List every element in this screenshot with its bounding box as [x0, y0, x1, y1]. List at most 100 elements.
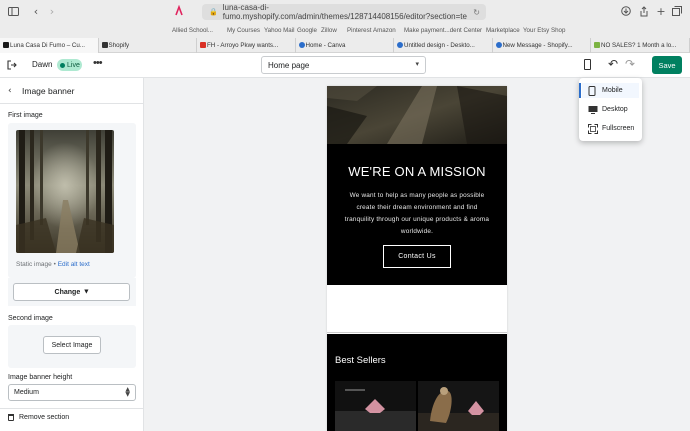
- banner-image[interactable]: [327, 86, 507, 144]
- url-text: luna-casa-di-fumo.myshopify.com/admin/th…: [222, 3, 467, 21]
- reload-icon[interactable]: ↻: [473, 8, 480, 17]
- screen: ‹ › 🔒 luna-casa-di-fumo.myshopify.com/ad…: [0, 0, 690, 431]
- select-image-button[interactable]: Select Image: [43, 336, 101, 354]
- device-option-label: Mobile: [602, 87, 623, 94]
- section-settings-sidebar: ‹ Image banner First image Static image …: [0, 78, 144, 431]
- sidebar-toggle-icon[interactable]: [7, 5, 19, 17]
- banner-height-label: Image banner height: [8, 374, 73, 381]
- back-arrow-icon[interactable]: ‹: [8, 86, 12, 96]
- tab-overview-icon[interactable]: [671, 5, 683, 17]
- share-icon[interactable]: [638, 5, 650, 17]
- exit-icon[interactable]: [7, 60, 17, 70]
- change-button-label: Change: [54, 288, 81, 296]
- remove-section-button[interactable]: Remove section: [8, 414, 69, 421]
- device-option-mobile[interactable]: Mobile: [582, 83, 639, 98]
- best-sellers-heading: Best Sellers: [335, 355, 386, 366]
- browser-tab[interactable]: FH - Arroyo Pkwy wants...: [197, 38, 296, 53]
- page-select-value: Home page: [268, 60, 310, 70]
- bookmark-item[interactable]: Yahoo Mail: [264, 27, 295, 34]
- mission-section: WE'RE ON A MISSION We want to help as ma…: [327, 144, 507, 285]
- first-image-label: First image: [8, 112, 43, 119]
- bookmark-item[interactable]: Your Etsy Shop: [523, 27, 565, 34]
- bookmark-item[interactable]: Google: [297, 27, 317, 34]
- redo-icon[interactable]: ↷: [625, 57, 635, 71]
- static-image-text: Static image: [16, 261, 52, 268]
- device-preview-button[interactable]: [579, 56, 597, 74]
- browser-tab[interactable]: Untitled design - Deskto...: [394, 38, 493, 53]
- blank-section: [327, 285, 507, 333]
- contact-us-button[interactable]: Contact Us: [383, 245, 451, 268]
- browser-nav-row: ‹ › 🔒 luna-casa-di-fumo.myshopify.com/ad…: [0, 0, 690, 24]
- second-image-card: Select Image: [8, 325, 136, 368]
- tab-favicon: [397, 42, 403, 48]
- browser-chrome: ‹ › 🔒 luna-casa-di-fumo.myshopify.com/ad…: [0, 0, 690, 53]
- selected-indicator: [579, 83, 581, 98]
- tab-favicon: [200, 42, 206, 48]
- divider: [0, 103, 144, 104]
- browser-tab[interactable]: New Message - Shopify...: [493, 38, 591, 53]
- bookmark-item[interactable]: Amazon: [373, 27, 396, 34]
- tab-favicon: [101, 42, 108, 48]
- page-select[interactable]: Home page ▾: [261, 56, 426, 74]
- url-bar[interactable]: 🔒 luna-casa-di-fumo.myshopify.com/admin/…: [202, 3, 486, 21]
- mission-text: We want to help as many people as possib…: [344, 192, 490, 235]
- banner-height-value: Medium: [14, 389, 39, 396]
- trash-icon: [8, 414, 14, 421]
- tab-favicon: [594, 42, 600, 48]
- product-card-image[interactable]: [418, 381, 499, 431]
- save-button[interactable]: Save: [652, 56, 682, 74]
- mobile-icon: [584, 59, 591, 70]
- browser-tab[interactable]: Luna Casa Di Fumo – Cu...: [0, 38, 99, 53]
- banner-height-select[interactable]: Medium ▲ ▼: [8, 384, 136, 401]
- fullscreen-icon: [588, 124, 598, 136]
- first-image-thumbnail[interactable]: [16, 130, 114, 253]
- best-sellers-section: Best Sellers: [327, 334, 507, 431]
- tab-label: FH - Arroyo Pkwy wants...: [207, 42, 279, 49]
- change-image-area: Change ▼: [8, 278, 136, 306]
- static-image-row: Static image • Edit alt text: [16, 261, 90, 268]
- download-icon[interactable]: [620, 5, 632, 17]
- product-card-image[interactable]: [335, 381, 416, 431]
- second-image-label: Second image: [8, 315, 53, 322]
- more-actions-icon[interactable]: •••: [93, 57, 103, 69]
- back-icon[interactable]: ‹: [30, 5, 42, 18]
- remove-section-label: Remove section: [19, 414, 70, 421]
- theme-name: Dawn: [32, 60, 53, 69]
- browser-tab[interactable]: NO SALES? 1 Month a lo...: [591, 38, 690, 53]
- browser-tabs: Luna Casa Di Fumo – Cu... Shopify FH - A…: [0, 38, 690, 53]
- tab-label: Shopify: [108, 42, 130, 49]
- live-badge-label: Live: [67, 61, 80, 69]
- bookmark-item[interactable]: My Courses: [227, 27, 260, 34]
- section-title: Image banner: [22, 86, 75, 96]
- mission-heading: WE'RE ON A MISSION: [348, 164, 486, 179]
- device-option-desktop[interactable]: Desktop: [582, 102, 639, 117]
- extension-icon[interactable]: [172, 4, 186, 18]
- forward-icon[interactable]: ›: [46, 5, 58, 18]
- bookmark-item[interactable]: Zillow: [321, 27, 337, 34]
- browser-tab[interactable]: Shopify: [99, 38, 197, 53]
- mobile-preview-frame: WE'RE ON A MISSION We want to help as ma…: [327, 86, 507, 431]
- caret-down-icon: ▼: [84, 289, 89, 295]
- live-dot-icon: [60, 62, 65, 68]
- undo-icon[interactable]: ↶: [608, 57, 618, 71]
- bookmark-item[interactable]: Make payment...dent Center: [404, 27, 482, 34]
- select-arrows-icon: ▲ ▼: [125, 386, 130, 398]
- live-badge: Live: [57, 59, 82, 71]
- device-preview-menu: Mobile Desktop Fullscreen: [579, 78, 642, 141]
- tab-label: Home - Canva: [305, 42, 346, 49]
- caret-down-icon: ▾: [415, 60, 419, 68]
- bookmark-item[interactable]: Pinterest: [347, 27, 371, 34]
- tab-favicon: [3, 42, 9, 48]
- new-tab-icon[interactable]: +: [655, 5, 667, 18]
- bookmark-item[interactable]: Marketplace: [486, 27, 520, 34]
- tab-label: Untitled design - Deskto...: [404, 42, 475, 49]
- bookmark-item[interactable]: Allied School...: [172, 27, 213, 34]
- tab-favicon: [495, 42, 502, 48]
- device-option-fullscreen[interactable]: Fullscreen: [582, 121, 639, 136]
- change-button[interactable]: Change ▼: [13, 283, 130, 301]
- browser-tab[interactable]: Home - Canva: [296, 38, 394, 53]
- editor-topbar: Dawn Live ••• Home page ▾ ↶ ↷ Save: [0, 53, 690, 78]
- mobile-icon: [588, 86, 596, 98]
- edit-alt-text-link[interactable]: Edit alt text: [58, 261, 90, 268]
- bookmarks-bar: Allied School... My Courses Yahoo Mail G…: [0, 25, 690, 37]
